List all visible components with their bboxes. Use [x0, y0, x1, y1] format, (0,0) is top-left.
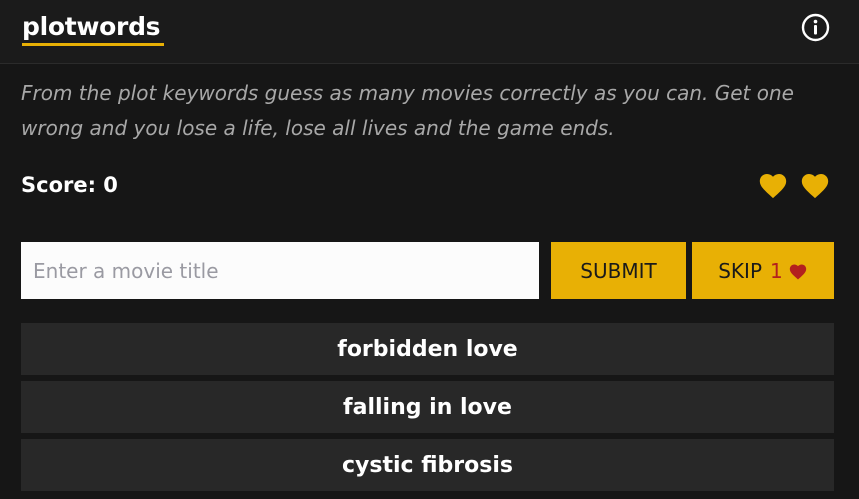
heart-icon: [801, 173, 829, 199]
app-logo[interactable]: plotwords: [22, 12, 161, 41]
heart-icon: [759, 173, 787, 199]
keyword-item: forbidden love: [21, 323, 834, 375]
lives-display: [757, 170, 831, 199]
app-header: plotwords: [0, 0, 859, 64]
score-display: Score: 0: [21, 173, 118, 197]
keyword-list: forbidden love falling in love cystic fi…: [21, 323, 834, 497]
movie-title-input[interactable]: [21, 242, 539, 299]
heart-icon: [789, 263, 806, 279]
info-button[interactable]: [801, 13, 830, 42]
skip-cost: 1: [770, 258, 783, 283]
submit-button-label: SUBMIT: [580, 258, 657, 283]
info-circle-icon: [801, 13, 830, 42]
skip-button-label: SKIP: [718, 258, 763, 283]
keyword-item: cystic fibrosis: [21, 439, 834, 491]
logo-underline: [22, 43, 164, 46]
skip-button[interactable]: SKIP 1: [692, 242, 834, 299]
keyword-item: falling in love: [21, 381, 834, 433]
game-description: From the plot keywords guess as many mov…: [21, 81, 794, 140]
submit-button[interactable]: SUBMIT: [551, 242, 686, 299]
